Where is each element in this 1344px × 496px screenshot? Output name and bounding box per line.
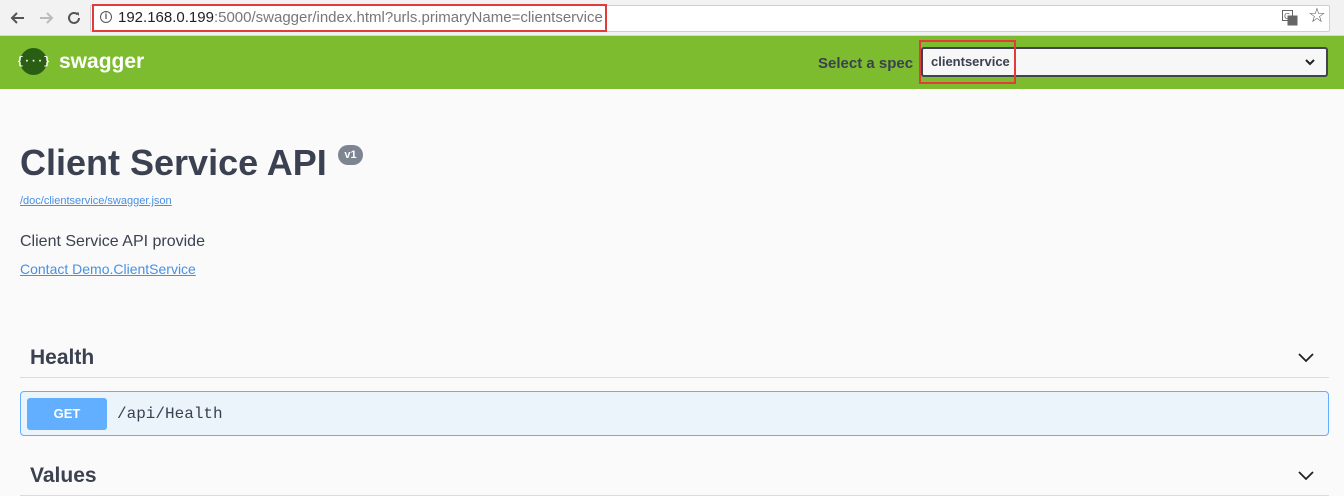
- swagger-topbar: {···} swagger Select a spec clientservic…: [0, 36, 1344, 89]
- contact-link[interactable]: Contact Demo.ClientService: [20, 261, 196, 277]
- spec-highlight-box: [919, 40, 1016, 84]
- tag-name: Values: [30, 464, 97, 487]
- reload-icon[interactable]: [62, 6, 86, 30]
- chevron-down-icon: [1304, 55, 1316, 73]
- svg-text:G: G: [1284, 12, 1290, 21]
- tag-name: Health: [30, 346, 95, 369]
- chevron-down-icon: [1297, 468, 1315, 486]
- swagger-logo-text: swagger: [59, 49, 145, 73]
- version-badge: v1: [338, 145, 363, 165]
- tag-header-health[interactable]: Health: [20, 338, 1329, 378]
- swagger-logo[interactable]: {···} swagger: [17, 48, 145, 75]
- operation-path: /api/Health: [117, 405, 223, 423]
- method-badge: GET: [27, 398, 107, 430]
- bookmark-star-icon[interactable]: ☆: [1308, 6, 1326, 26]
- api-description: Client Service API provide: [20, 233, 205, 250]
- forward-arrow-icon[interactable]: [34, 6, 58, 30]
- api-title: Client Service API: [20, 142, 327, 183]
- chevron-down-icon: [1297, 350, 1315, 368]
- translate-icon[interactable]: G: [1282, 10, 1298, 26]
- tag-header-values[interactable]: Values: [20, 456, 1329, 496]
- operation-get-health[interactable]: GET /api/Health: [20, 391, 1329, 436]
- swagger-logo-icon: {···}: [17, 48, 50, 75]
- url-highlight-box: [92, 4, 607, 32]
- select-spec-label: Select a spec: [818, 55, 914, 72]
- browser-toolbar: i 192.168.0.199:5000/swagger/index.html?…: [0, 0, 1344, 36]
- back-arrow-icon[interactable]: [6, 6, 30, 30]
- spec-json-link[interactable]: /doc/clientservice/swagger.json: [20, 195, 172, 207]
